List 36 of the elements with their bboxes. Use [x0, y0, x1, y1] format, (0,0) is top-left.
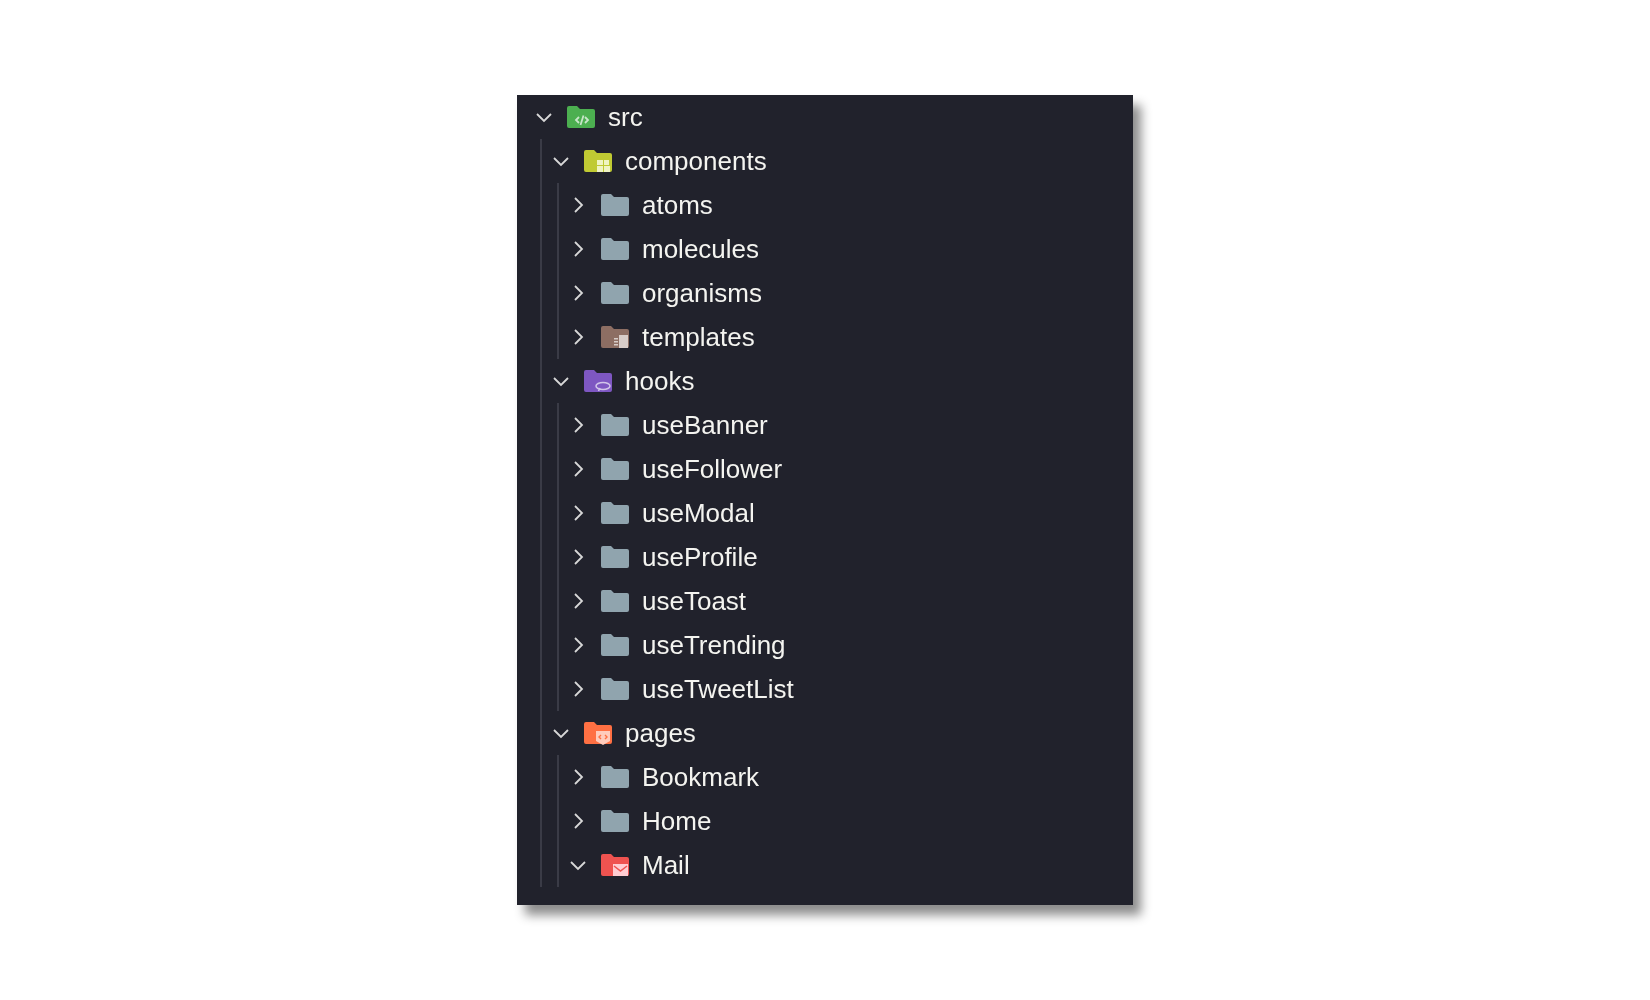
folder-icon [599, 236, 631, 262]
folder-icon [599, 676, 631, 702]
folder-icon [599, 280, 631, 306]
folder-icon [599, 808, 631, 834]
folder-name[interactable]: molecules [642, 233, 760, 265]
folder-icon [582, 148, 614, 174]
folder-name[interactable]: Bookmark [642, 761, 760, 793]
folder-name[interactable]: src [608, 101, 643, 133]
folder-name[interactable]: useFollower [642, 453, 783, 485]
folder-icon [599, 192, 631, 218]
folder-icon [565, 104, 597, 130]
folder-name[interactable]: Home [642, 805, 712, 837]
folder-icon [599, 588, 631, 614]
folder-icon [599, 764, 631, 790]
folder-icon [599, 544, 631, 570]
folder-name[interactable]: useTweetList [642, 673, 794, 705]
folder-icon [582, 368, 614, 394]
folder-name[interactable]: useProfile [642, 541, 758, 573]
folder-icon [599, 852, 631, 878]
folder-icon [599, 412, 631, 438]
folder-icon [599, 456, 631, 482]
folder-name[interactable]: atoms [642, 189, 713, 221]
folder-name[interactable]: organisms [642, 277, 762, 309]
folder-icon [599, 324, 631, 350]
folder-name[interactable]: templates [642, 321, 755, 353]
folder-name[interactable]: components [625, 145, 767, 177]
folder-name[interactable]: useModal [642, 497, 755, 529]
folder-icon [582, 720, 614, 746]
folder-name[interactable]: Mail [642, 849, 690, 881]
folder-name[interactable]: pages [625, 717, 696, 749]
folder-icon [599, 632, 631, 658]
folder-icon [599, 500, 631, 526]
folder-name[interactable]: hooks [625, 365, 695, 397]
folder-name[interactable]: useTrending [642, 629, 786, 661]
folder-name[interactable]: useBanner [642, 409, 768, 441]
folder-name[interactable]: useToast [642, 585, 747, 617]
